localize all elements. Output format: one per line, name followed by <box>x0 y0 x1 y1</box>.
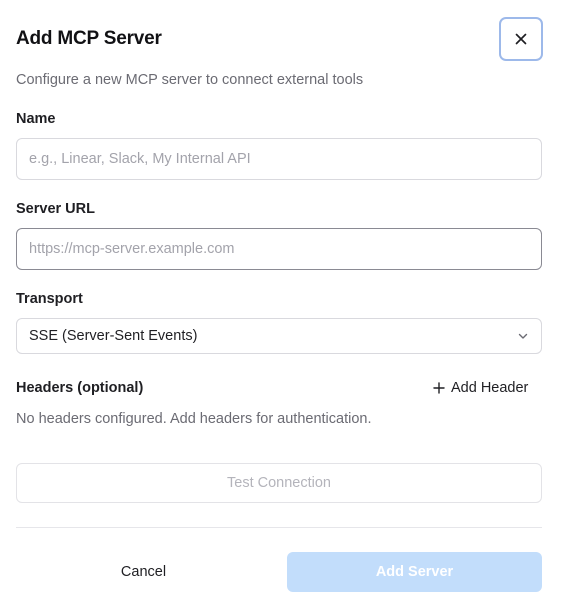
dialog-subtitle: Configure a new MCP server to connect ex… <box>16 72 364 88</box>
plus-icon <box>433 382 445 394</box>
dialog-title: Add MCP Server <box>16 28 162 49</box>
add-server-button[interactable]: Add Server <box>287 552 542 592</box>
add-mcp-server-dialog: Add MCP Server Configure a new MCP serve… <box>0 0 565 611</box>
transport-label: Transport <box>16 291 83 307</box>
server-url-label: Server URL <box>16 201 95 217</box>
transport-selected-value: SSE (Server-Sent Events) <box>29 328 198 344</box>
footer-divider <box>16 527 542 528</box>
name-label: Name <box>16 111 56 127</box>
close-button[interactable] <box>499 17 543 61</box>
cancel-button[interactable]: Cancel <box>16 552 271 592</box>
name-input[interactable] <box>16 138 542 180</box>
transport-select[interactable]: SSE (Server-Sent Events) <box>16 318 542 354</box>
server-url-input[interactable] <box>16 228 542 270</box>
add-header-button[interactable]: Add Header <box>433 379 528 397</box>
no-headers-message: No headers configured. Add headers for a… <box>16 411 372 427</box>
headers-label: Headers (optional) <box>16 380 144 396</box>
close-icon <box>515 33 527 45</box>
chevron-down-icon <box>518 333 528 339</box>
test-connection-button[interactable]: Test Connection <box>16 463 542 503</box>
add-header-label: Add Header <box>451 380 529 396</box>
